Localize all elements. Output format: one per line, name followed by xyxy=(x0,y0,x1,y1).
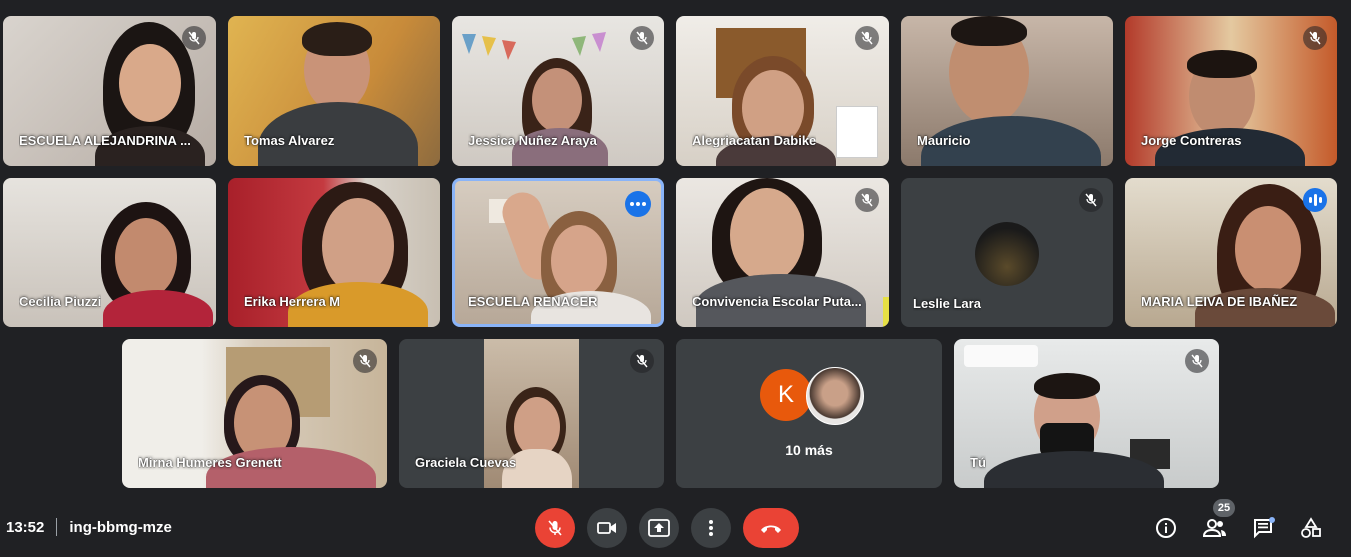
camera-icon xyxy=(597,522,616,534)
participant-name: Jessica Nuñez Araya xyxy=(468,133,597,148)
self-tile[interactable]: Tú xyxy=(954,339,1219,488)
mic-off-icon xyxy=(1303,26,1327,50)
mic-off-icon xyxy=(353,349,377,373)
participant-tile-3[interactable]: Jessica Nuñez Araya xyxy=(452,16,664,166)
participant-tile-12[interactable]: MARIA LEIVA DE IBAÑEZ xyxy=(1125,178,1337,327)
participant-name: MARIA LEIVA DE IBAÑEZ xyxy=(1141,294,1298,309)
participant-name: Mirna Humeres Grenett xyxy=(138,455,282,470)
avatar xyxy=(806,367,864,425)
participant-name: Leslie Lara xyxy=(913,296,981,311)
meeting-code: ing-bbmg-mze xyxy=(69,518,172,536)
participant-name: Alegriacatan Dabike xyxy=(692,133,817,148)
participant-tile-8[interactable]: Erika Herrera M xyxy=(228,178,440,327)
speaking-indicator-icon xyxy=(1303,188,1327,212)
activities-icon xyxy=(1301,517,1321,538)
participant-name: Tomas Alvarez xyxy=(244,133,335,148)
people-icon xyxy=(1203,519,1226,537)
mic-off-icon xyxy=(630,349,654,373)
participant-name: Graciela Cuevas xyxy=(415,455,517,470)
more-participants-tile[interactable]: K 10 más xyxy=(676,339,942,488)
more-options-button[interactable] xyxy=(691,508,731,548)
divider xyxy=(56,518,58,536)
participant-tile-11[interactable]: Leslie Lara xyxy=(901,178,1113,327)
meeting-details-button[interactable] xyxy=(1148,510,1184,546)
chat-button[interactable] xyxy=(1246,510,1282,546)
mic-off-icon xyxy=(855,26,879,50)
mic-off-icon xyxy=(630,26,654,50)
participant-tile-5[interactable]: Mauricio xyxy=(901,16,1113,166)
participant-tile-4[interactable]: Alegriacatan Dabike xyxy=(676,16,889,166)
mic-toggle-button[interactable] xyxy=(535,508,575,548)
leave-call-button[interactable] xyxy=(743,508,799,548)
participant-name: Mauricio xyxy=(917,133,971,148)
mic-off-icon xyxy=(548,520,562,536)
participant-tile-1[interactable]: ESCUELA ALEJANDRINA ... xyxy=(3,16,216,166)
participant-name: ESCUELA ALEJANDRINA ... xyxy=(19,133,191,148)
avatar xyxy=(975,222,1039,286)
participant-name: Tú xyxy=(970,455,986,470)
mic-off-icon xyxy=(182,26,206,50)
present-icon xyxy=(648,519,670,537)
more-options-icon[interactable] xyxy=(625,191,651,217)
meeting-info: 13:52 ing-bbmg-mze xyxy=(6,518,172,536)
participant-tile-2[interactable]: Tomas Alvarez xyxy=(228,16,440,166)
avatar: K xyxy=(760,369,812,421)
participant-tile-10[interactable]: Convivencia Escolar Puta... xyxy=(676,178,889,327)
participant-tile-13[interactable]: Mirna Humeres Grenett xyxy=(122,339,387,488)
participant-tile-6[interactable]: Jorge Contreras xyxy=(1125,16,1337,166)
participant-name: Cecilia Piuzzi xyxy=(19,294,102,309)
participant-tile-14[interactable]: Graciela Cuevas xyxy=(399,339,664,488)
info-icon xyxy=(1156,518,1176,538)
participant-name: Convivencia Escolar Puta... xyxy=(692,294,862,309)
participant-tile-9[interactable]: ESCUELA RENACER xyxy=(452,178,664,327)
more-participants-label: 10 más xyxy=(785,442,833,458)
chat-icon xyxy=(1254,517,1275,539)
mic-off-icon xyxy=(1185,349,1209,373)
mic-off-icon xyxy=(855,188,879,212)
participant-name: Jorge Contreras xyxy=(1141,133,1242,148)
participant-name: ESCUELA RENACER xyxy=(468,294,598,309)
call-end-icon xyxy=(761,525,781,533)
participant-count-badge: 25 xyxy=(1213,499,1235,517)
camera-toggle-button[interactable] xyxy=(587,508,627,548)
participant-name: Erika Herrera M xyxy=(244,294,341,309)
participant-tile-7[interactable]: Cecilia Piuzzi xyxy=(3,178,216,327)
meeting-time: 13:52 xyxy=(6,518,45,536)
mic-off-icon xyxy=(1079,188,1103,212)
activities-button[interactable] xyxy=(1293,510,1329,546)
more-vert-icon xyxy=(709,520,713,536)
present-button[interactable] xyxy=(639,508,679,548)
